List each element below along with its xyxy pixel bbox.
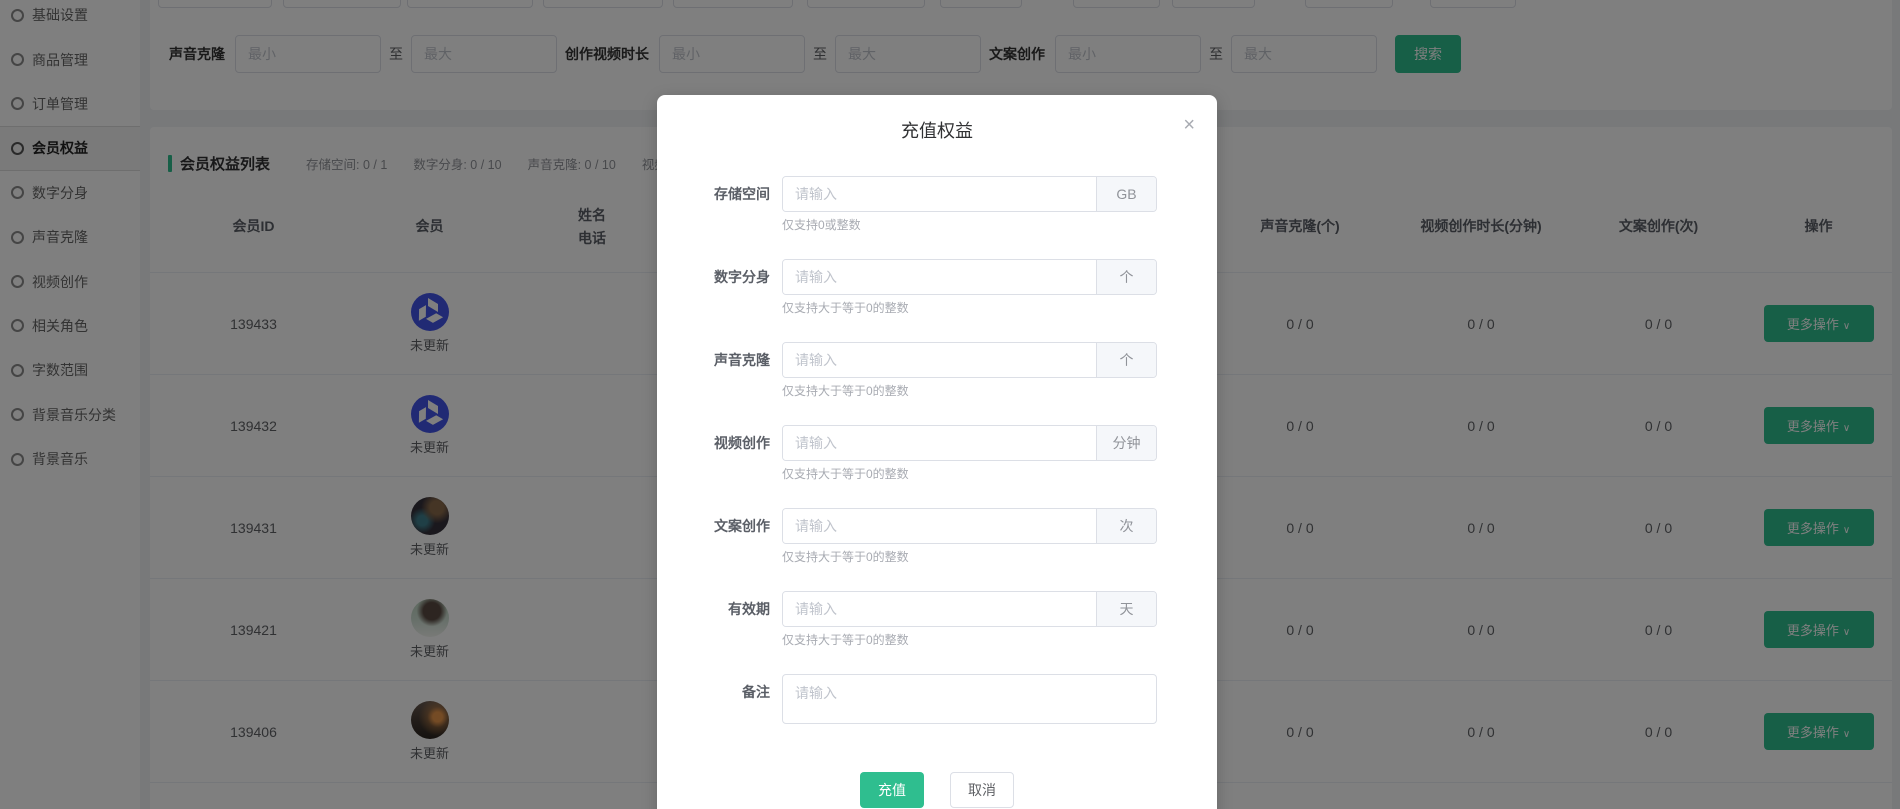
field-input[interactable] (783, 509, 1096, 543)
field-label: 有效期 (657, 591, 770, 649)
field-hint: 仅支持大于等于0的整数 (782, 632, 1157, 649)
remark-textarea[interactable] (782, 674, 1157, 724)
form-row: 文案创作 次 仅支持大于等于0的整数 (657, 508, 1157, 566)
remark-label: 备注 (657, 674, 770, 729)
unit-suffix: 天 (1096, 592, 1156, 626)
recharge-benefits-dialog: 充值权益 × 存储空间 GB 仅支持0或整数 数字分身 (657, 95, 1217, 809)
dialog-footer: 充值 取消 (657, 772, 1217, 808)
input-group: GB (782, 176, 1157, 212)
field-input[interactable] (783, 343, 1096, 377)
form-row: 存储空间 GB 仅支持0或整数 (657, 176, 1157, 234)
unit-suffix: 次 (1096, 509, 1156, 543)
field-input[interactable] (783, 426, 1096, 460)
input-group: 分钟 (782, 425, 1157, 461)
form-row: 数字分身 个 仅支持大于等于0的整数 (657, 259, 1157, 317)
unit-suffix: 个 (1096, 260, 1156, 294)
dialog-title: 充值权益 (657, 117, 1217, 143)
unit-suffix: GB (1096, 177, 1156, 211)
unit-suffix: 分钟 (1096, 426, 1156, 460)
cancel-button[interactable]: 取消 (950, 772, 1014, 808)
field-hint: 仅支持大于等于0的整数 (782, 300, 1157, 317)
dialog-form: 存储空间 GB 仅支持0或整数 数字分身 个 (657, 176, 1157, 729)
unit-suffix: 个 (1096, 343, 1156, 377)
field-hint: 仅支持大于等于0的整数 (782, 383, 1157, 400)
field-label: 文案创作 (657, 508, 770, 566)
form-row: 声音克隆 个 仅支持大于等于0的整数 (657, 342, 1157, 400)
confirm-recharge-button[interactable]: 充值 (860, 772, 924, 808)
input-group: 次 (782, 508, 1157, 544)
remark-row: 备注 (657, 674, 1157, 729)
field-input[interactable] (783, 260, 1096, 294)
form-row: 有效期 天 仅支持大于等于0的整数 (657, 591, 1157, 649)
field-hint: 仅支持大于等于0的整数 (782, 549, 1157, 566)
app-screen: 基础设置 商品管理 订单管理 会员权益 数字分身 声音克隆 视频创作 (0, 0, 1900, 809)
field-label: 存储空间 (657, 176, 770, 234)
field-hint: 仅支持大于等于0的整数 (782, 466, 1157, 483)
field-label: 视频创作 (657, 425, 770, 483)
field-input[interactable] (783, 592, 1096, 626)
field-label: 声音克隆 (657, 342, 770, 400)
input-group: 个 (782, 342, 1157, 378)
input-group: 个 (782, 259, 1157, 295)
input-group: 天 (782, 591, 1157, 627)
field-label: 数字分身 (657, 259, 770, 317)
field-input[interactable] (783, 177, 1096, 211)
form-row: 视频创作 分钟 仅支持大于等于0的整数 (657, 425, 1157, 483)
close-icon[interactable]: × (1183, 115, 1195, 135)
field-hint: 仅支持0或整数 (782, 217, 1157, 234)
